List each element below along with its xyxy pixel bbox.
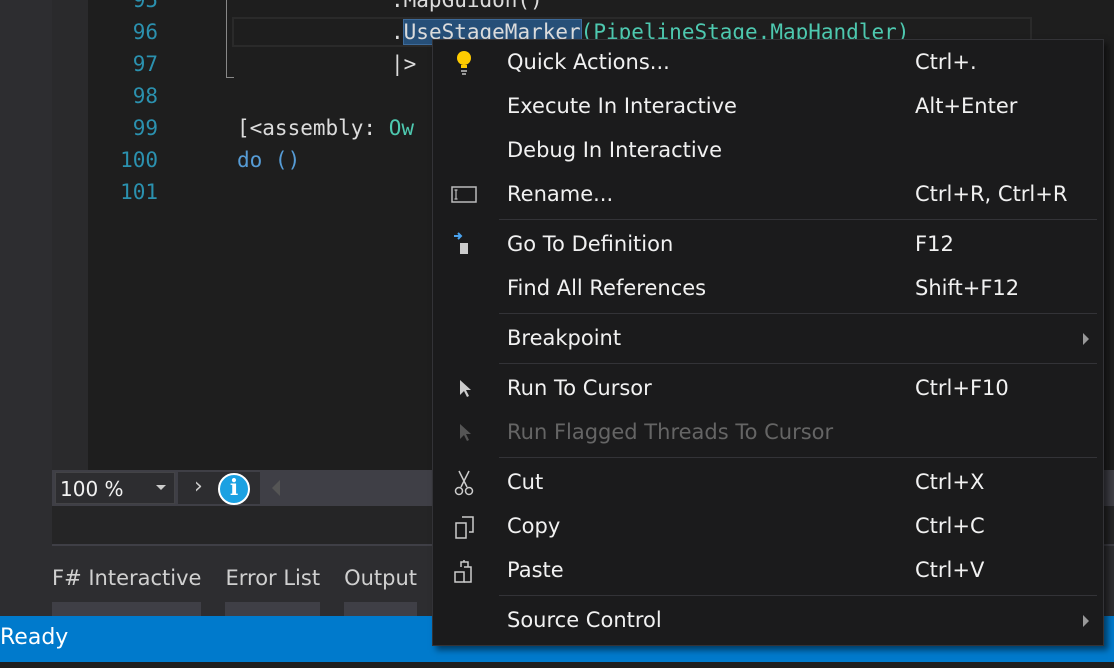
menu-label: Cut bbox=[507, 470, 544, 494]
menu-label: Go To Definition bbox=[507, 232, 674, 256]
cursor-icon bbox=[460, 424, 471, 441]
menu-label: Run To Cursor bbox=[507, 376, 652, 400]
status-text: Ready bbox=[0, 625, 69, 650]
editor-gutter bbox=[52, 0, 88, 470]
panel-tabs: F# Interactive Error List Output bbox=[52, 566, 418, 616]
code-line[interactable]: |> bbox=[391, 48, 416, 80]
line-number: 99 bbox=[132, 116, 158, 140]
tab-output[interactable]: Output bbox=[344, 566, 418, 616]
menu-shortcut: Ctrl+R, Ctrl+R bbox=[915, 182, 1068, 206]
info-icon[interactable]: i bbox=[218, 473, 250, 505]
menu-item-rename[interactable]: Rename... Ctrl+R, Ctrl+R bbox=[433, 173, 1103, 217]
menu-label: Rename... bbox=[507, 182, 614, 206]
paste-icon bbox=[454, 560, 472, 583]
menu-item-find-all-references[interactable]: Find All References Shift+F12 bbox=[433, 267, 1103, 311]
menu-label: Paste bbox=[507, 558, 564, 582]
menu-separator bbox=[499, 363, 1097, 364]
background-window bbox=[0, 662, 1114, 668]
menu-shortcut: Ctrl+F10 bbox=[915, 376, 1009, 400]
menu-label: Run Flagged Threads To Cursor bbox=[507, 420, 834, 444]
left-sidebar-strip bbox=[0, 0, 52, 616]
menu-item-go-to-definition[interactable]: Go To Definition F12 bbox=[433, 223, 1103, 267]
tab-label: Error List bbox=[225, 566, 321, 590]
code-line[interactable]: do () bbox=[237, 144, 300, 176]
block-guide bbox=[226, 0, 234, 78]
line-number: 97 bbox=[132, 52, 158, 76]
menu-item-breakpoint[interactable]: Breakpoint bbox=[433, 317, 1103, 361]
menu-label: Find All References bbox=[507, 276, 707, 300]
lightbulb-icon bbox=[457, 51, 471, 75]
menu-label: Debug In Interactive bbox=[507, 138, 723, 162]
code-attr: [<assembly: bbox=[237, 116, 389, 140]
menu-item-run-to-cursor[interactable]: Run To Cursor Ctrl+F10 bbox=[433, 367, 1103, 411]
menu-separator bbox=[499, 595, 1097, 596]
submenu-arrow-icon bbox=[1083, 333, 1089, 345]
line-number: 100 bbox=[120, 148, 158, 172]
menu-shortcut: Shift+F12 bbox=[915, 276, 1020, 300]
menu-item-copy[interactable]: Copy Ctrl+C bbox=[433, 505, 1103, 549]
menu-label: Quick Actions... bbox=[507, 50, 670, 74]
menu-shortcut: Ctrl+X bbox=[915, 470, 985, 494]
menu-item-execute-in-interactive[interactable]: Execute In Interactive Alt+Enter bbox=[433, 85, 1103, 129]
code-prefix: . bbox=[391, 20, 404, 44]
copy-icon bbox=[455, 516, 474, 539]
menu-item-paste[interactable]: Paste Ctrl+V bbox=[433, 549, 1103, 593]
menu-label: Copy bbox=[507, 514, 561, 538]
tab-fsharp-interactive[interactable]: F# Interactive bbox=[52, 566, 202, 616]
menu-item-quick-actions[interactable]: Quick Actions... Ctrl+. bbox=[433, 41, 1103, 85]
chevron-right-icon[interactable]: › bbox=[194, 474, 203, 499]
menu-separator bbox=[499, 457, 1097, 458]
line-number: 96 bbox=[132, 20, 158, 44]
zoom-level: 100 % bbox=[60, 477, 124, 501]
submenu-arrow-icon bbox=[1083, 615, 1089, 627]
menu-shortcut: Alt+Enter bbox=[915, 94, 1018, 118]
menu-item-debug-in-interactive[interactable]: Debug In Interactive bbox=[433, 129, 1103, 173]
tab-label: F# Interactive bbox=[52, 566, 202, 590]
menu-label: Execute In Interactive bbox=[507, 94, 737, 118]
menu-separator bbox=[499, 219, 1097, 220]
context-menu: Quick Actions... Ctrl+. Execute In Intera… bbox=[432, 39, 1104, 646]
menu-item-source-control[interactable]: Source Control bbox=[433, 599, 1103, 643]
menu-shortcut: Ctrl+. bbox=[915, 50, 977, 74]
tab-label: Output bbox=[344, 566, 418, 590]
menu-shortcut: F12 bbox=[915, 232, 954, 256]
menu-shortcut: Ctrl+V bbox=[915, 558, 985, 582]
code-line[interactable]: .MapGuidon() bbox=[391, 0, 543, 16]
scroll-left-arrow[interactable] bbox=[272, 480, 280, 496]
menu-separator bbox=[499, 313, 1097, 314]
zoom-dropdown[interactable]: 100 % bbox=[55, 472, 175, 504]
chevron-down-icon bbox=[156, 485, 166, 490]
cursor-icon bbox=[460, 380, 471, 397]
menu-label: Breakpoint bbox=[507, 326, 622, 350]
code-line[interactable]: [<assembly: Ow bbox=[237, 112, 414, 144]
rename-icon bbox=[451, 186, 477, 203]
menu-item-run-flagged-threads-to-cursor: Run Flagged Threads To Cursor bbox=[433, 411, 1103, 455]
line-number: 98 bbox=[132, 84, 158, 108]
menu-label: Source Control bbox=[507, 608, 662, 632]
menu-item-cut[interactable]: Cut Ctrl+X bbox=[433, 461, 1103, 505]
go-to-definition-icon bbox=[454, 232, 468, 254]
line-number: 101 bbox=[120, 180, 158, 204]
scissors-icon bbox=[454, 470, 474, 496]
code-type: Ow bbox=[388, 116, 415, 140]
tab-error-list[interactable]: Error List bbox=[225, 566, 321, 616]
menu-shortcut: Ctrl+C bbox=[915, 514, 985, 538]
line-number: 95 bbox=[132, 0, 158, 12]
